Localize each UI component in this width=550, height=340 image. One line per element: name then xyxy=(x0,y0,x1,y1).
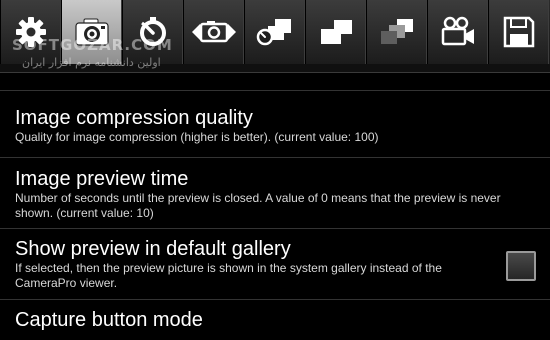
tab-burst[interactable] xyxy=(305,0,366,64)
pref-title: Image compression quality xyxy=(15,107,253,129)
tab-panorama[interactable] xyxy=(183,0,244,64)
pref-title: Image preview time xyxy=(15,168,189,190)
pref-image-compression-quality[interactable]: Image compression quality Quality for im… xyxy=(0,91,550,157)
tab-settings[interactable] xyxy=(0,0,61,64)
tab-bracketing[interactable] xyxy=(366,0,427,64)
pref-title: Capture button mode xyxy=(15,309,203,331)
pref-summary: Number of seconds until the preview is c… xyxy=(15,191,501,220)
pref-summary: If selected, then the preview picture is… xyxy=(15,261,442,290)
self-timer-icon xyxy=(139,17,166,46)
save-icon xyxy=(503,16,534,48)
pref-show-preview-in-gallery[interactable]: Show preview in default gallery If selec… xyxy=(0,229,550,299)
tab-camera[interactable] xyxy=(61,0,122,64)
tab-video[interactable] xyxy=(427,0,488,64)
tab-bar-underline xyxy=(0,64,550,72)
timer-burst-icon xyxy=(256,19,291,46)
tab-save[interactable] xyxy=(488,0,549,64)
camera-icon xyxy=(74,18,109,46)
gear-icon xyxy=(15,17,46,47)
video-camera-icon xyxy=(441,16,474,46)
tab-bar xyxy=(0,0,550,73)
panorama-camera-icon xyxy=(191,21,236,43)
preference-list: Image compression quality Quality for im… xyxy=(0,90,550,340)
pref-summary: Quality for image compression (higher is… xyxy=(15,130,379,144)
show-preview-checkbox[interactable] xyxy=(506,251,536,281)
pref-image-preview-time[interactable]: Image preview time Number of seconds unt… xyxy=(0,158,550,228)
pref-capture-button-mode[interactable]: Capture button mode xyxy=(0,300,550,340)
pref-title: Show preview in default gallery xyxy=(15,238,291,260)
bracketing-icon xyxy=(380,19,413,44)
tab-self-timer[interactable] xyxy=(122,0,183,64)
tab-timer-burst[interactable] xyxy=(244,0,305,64)
burst-icon xyxy=(320,20,352,44)
